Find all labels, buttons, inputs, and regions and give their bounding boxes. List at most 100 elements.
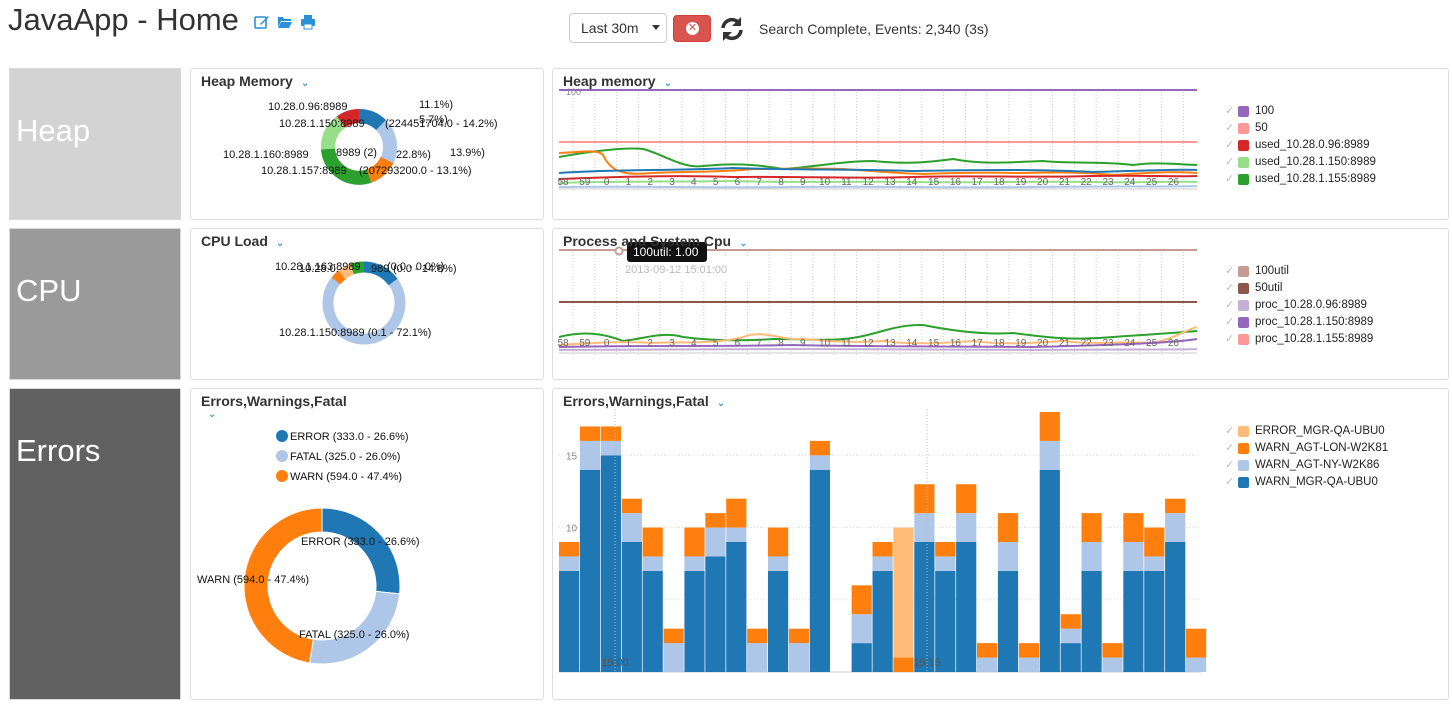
legend-item[interactable]: ✓ proc_10.28.0.96:8989 [1225,297,1373,314]
bar-segment[interactable] [1060,614,1081,629]
print-icon[interactable] [300,14,316,30]
bar-segment[interactable] [559,556,580,571]
donut-slice[interactable] [331,270,346,285]
bar-segment[interactable] [621,498,642,514]
bar-segment[interactable] [914,542,935,672]
legend-swatch[interactable] [276,470,288,482]
chevron-down-icon[interactable]: ⌄ [739,238,747,249]
legend-item[interactable]: ✓ used_10.28.0.96:8989 [1225,137,1376,154]
legend-item[interactable]: ✓ WARN_AGT-LON-W2K81 [1225,440,1388,457]
bar-segment[interactable] [788,643,810,672]
bar-segment[interactable] [621,542,642,672]
bar-segment[interactable] [663,628,684,644]
donut-slice[interactable] [321,507,401,595]
legend-item[interactable]: ✓ used_10.28.1.150:8989 [1225,154,1376,171]
series-line-proc-10.28.0.96[interactable] [558,347,1198,352]
bar-segment[interactable] [579,440,601,470]
bar-segment[interactable] [600,426,621,441]
bar-segment[interactable] [1144,570,1165,672]
bar-segment[interactable] [684,556,705,571]
legend-item[interactable]: ✓ 100util [1225,263,1373,280]
bar-segment[interactable] [1081,570,1102,672]
legend-item[interactable]: ✓ 50util [1225,280,1373,297]
legend-item[interactable]: ✓ WARN_MGR-QA-UBU0 [1225,474,1388,491]
donut-slice[interactable] [308,590,401,665]
bar-segment[interactable] [642,527,663,557]
bar-segment[interactable] [663,643,684,672]
bar-segment[interactable] [1102,643,1123,658]
bar-segment[interactable] [726,542,747,672]
bar-segment[interactable] [851,585,872,615]
legend-item[interactable]: ✓ proc_10.28.1.150:8989 [1225,314,1373,331]
bar-segment[interactable] [684,527,705,557]
bar-segment[interactable] [997,513,1019,542]
bar-segment[interactable] [893,527,914,658]
bar-segment[interactable] [642,556,663,571]
bar-segment[interactable] [1039,412,1060,441]
bar-segment[interactable] [684,570,705,672]
bar-segment[interactable] [872,542,893,557]
bar-segment[interactable] [1060,628,1081,644]
legend-item[interactable]: ✓ proc_10.28.1.155:8989 [1225,331,1373,348]
bar-segment[interactable] [956,484,977,514]
bar-segment[interactable] [914,484,935,514]
legend-item[interactable]: ✓ 100 [1225,103,1376,120]
bar-segment[interactable] [1165,513,1186,542]
bar-segment[interactable] [1165,498,1186,514]
legend-swatch[interactable] [276,450,288,462]
bar-segment[interactable] [997,542,1019,571]
bar-segment[interactable] [1144,556,1165,571]
bar-segment[interactable] [1144,527,1165,557]
bar-segment[interactable] [600,440,621,456]
bar-segment[interactable] [1039,440,1060,470]
bar-segment[interactable] [935,542,956,557]
bar-segment[interactable] [1039,469,1060,672]
edit-icon[interactable] [254,14,270,30]
bar-segment[interactable] [809,469,830,672]
bar-segment[interactable] [1081,513,1102,542]
folder-open-icon[interactable] [277,14,293,30]
bar-segment[interactable] [997,570,1019,672]
bar-segment[interactable] [872,570,893,672]
bar-segment[interactable] [1123,542,1144,571]
bar-segment[interactable] [1186,657,1207,672]
series-line-light-blue[interactable] [558,185,1198,189]
bar-segment[interactable] [768,570,789,672]
bar-segment[interactable] [977,657,998,672]
bar-segment[interactable] [977,643,998,658]
bar-segment[interactable] [1165,542,1186,672]
bar-segment[interactable] [935,556,956,571]
legend-item[interactable]: ✓ ERROR_MGR-QA-UBU0 [1225,423,1388,440]
bar-segment[interactable] [747,643,768,672]
bar-segment[interactable] [1186,628,1207,658]
bar-segment[interactable] [956,513,977,542]
bar-segment[interactable] [956,542,977,672]
bar-segment[interactable] [600,455,621,672]
bar-segment[interactable] [621,513,642,542]
bar-segment[interactable] [559,542,580,557]
bar-segment[interactable] [914,513,935,542]
bar-segment[interactable] [579,426,601,441]
legend-swatch[interactable] [276,430,288,442]
bar-segment[interactable] [747,628,768,644]
bar-segment[interactable] [726,527,747,542]
legend-item[interactable]: ✓ 50 [1225,120,1376,137]
bar-segment[interactable] [559,570,580,672]
bar-segment[interactable] [726,498,747,528]
bar-segment[interactable] [1123,513,1144,542]
legend-item[interactable]: ✓ used_10.28.1.155:8989 [1225,171,1376,188]
bar-segment[interactable] [851,614,872,644]
bar-segment[interactable] [872,556,893,571]
bar-segment[interactable] [1123,570,1144,672]
time-range-select[interactable]: Last 30m [569,13,667,43]
bar-segment[interactable] [851,643,872,672]
bar-segment[interactable] [809,455,830,470]
bar-segment[interactable] [1102,657,1123,672]
bar-segment[interactable] [705,556,726,672]
bar-segment[interactable] [809,440,830,456]
bar-segment[interactable] [642,570,663,672]
bar-segment[interactable] [893,657,914,672]
bar-segment[interactable] [768,556,789,571]
bar-segment[interactable] [705,513,726,528]
legend-item[interactable]: ✓ WARN_AGT-NY-W2K86 [1225,457,1388,474]
